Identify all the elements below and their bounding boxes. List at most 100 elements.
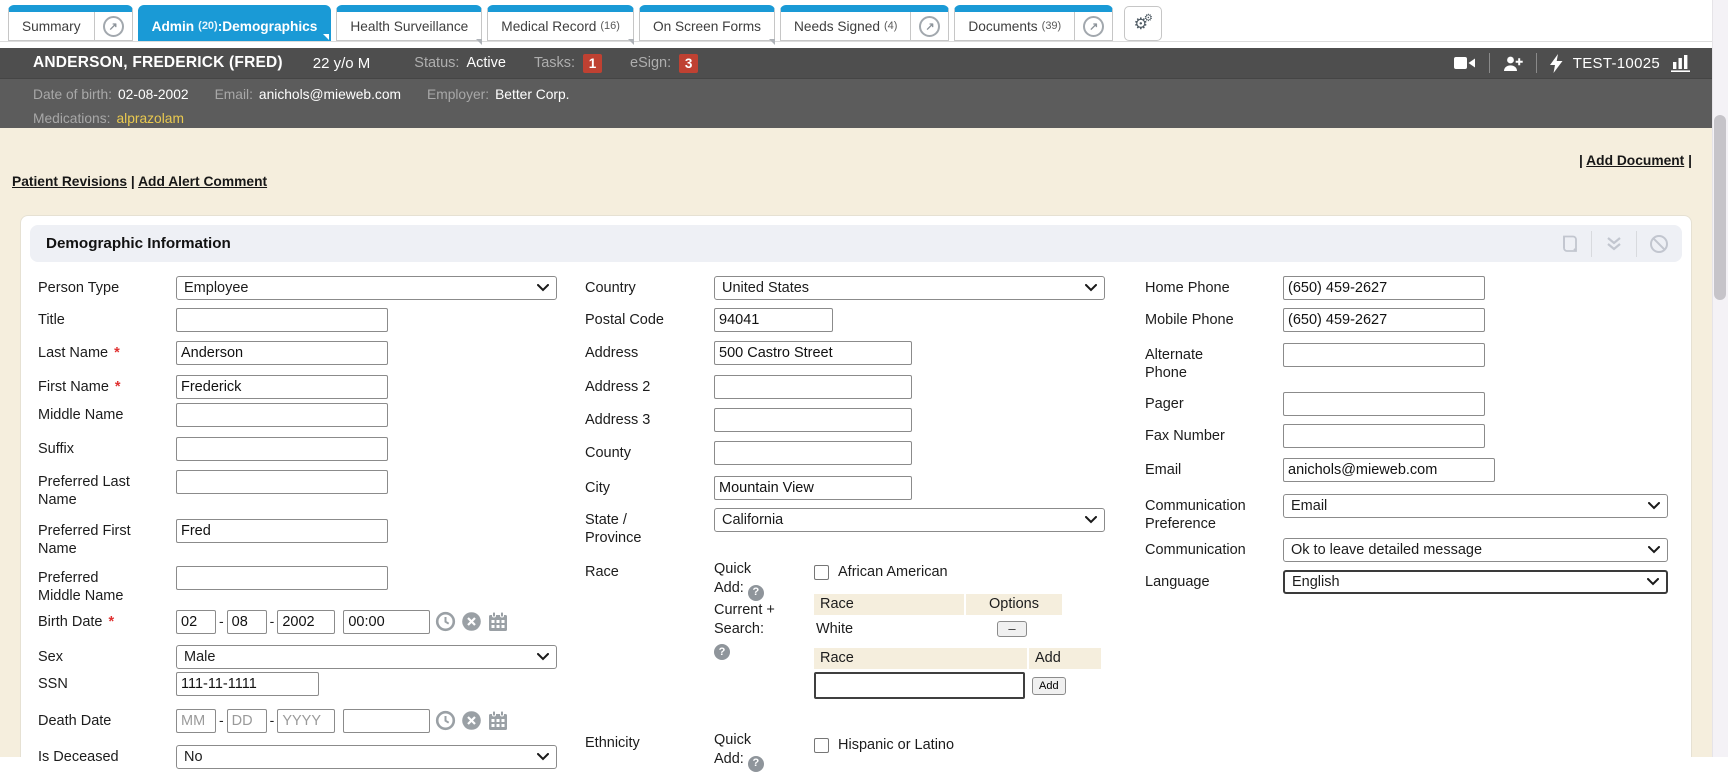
mobile-phone-input[interactable] xyxy=(1283,308,1485,332)
preferred-middle-name-input[interactable] xyxy=(176,566,388,590)
pager-input[interactable] xyxy=(1283,392,1485,416)
chart-stats-icon[interactable] xyxy=(1670,54,1692,72)
birth-time-input[interactable] xyxy=(343,610,430,634)
preferred-last-name-input[interactable] xyxy=(176,470,388,494)
death-month-input[interactable] xyxy=(176,709,216,733)
african-american-checkbox[interactable] xyxy=(814,565,829,580)
death-year-input[interactable] xyxy=(277,709,335,733)
journal-icon[interactable] xyxy=(1558,233,1580,255)
status-value: Active xyxy=(466,55,506,71)
alternate-phone-input[interactable] xyxy=(1283,343,1485,367)
preferred-middle-row: Preferred Middle Name xyxy=(38,566,388,605)
city-input[interactable] xyxy=(714,476,912,500)
dob-value: 02-08-2002 xyxy=(118,87,189,102)
video-visit-icon[interactable] xyxy=(1454,55,1476,71)
address-input[interactable] xyxy=(714,341,912,365)
language-label: Language xyxy=(1145,570,1283,591)
county-input[interactable] xyxy=(714,441,912,465)
postal-code-input[interactable] xyxy=(714,308,833,332)
death-time-input[interactable] xyxy=(343,709,430,733)
death-day-input[interactable] xyxy=(227,709,267,733)
external-link-icon: ↗ xyxy=(919,16,940,37)
add-alert-comment-link[interactable]: Add Alert Comment xyxy=(138,174,267,189)
clock-icon[interactable] xyxy=(435,610,456,632)
state-select[interactable]: California xyxy=(714,508,1105,532)
person-type-select[interactable]: Employee xyxy=(176,276,557,300)
sex-label: Sex xyxy=(38,645,176,666)
quick-actions-lightning-icon[interactable] xyxy=(1550,54,1563,73)
address-row: Address xyxy=(585,341,912,365)
collapse-section-icon[interactable] xyxy=(1603,233,1625,255)
is-deceased-select[interactable]: No xyxy=(176,745,557,769)
address3-input[interactable] xyxy=(714,408,912,432)
language-select[interactable]: English xyxy=(1283,570,1668,594)
esign-badge[interactable]: 3 xyxy=(679,54,698,73)
birth-year-input[interactable] xyxy=(277,610,335,634)
race-add-input[interactable] xyxy=(814,672,1025,699)
scrollbar-thumb[interactable] xyxy=(1714,115,1726,300)
tab-documents[interactable]: Documents(39) xyxy=(955,12,1074,40)
communication-preference-select[interactable]: Email xyxy=(1283,494,1668,518)
birth-day-input[interactable] xyxy=(227,610,267,634)
hispanic-latino-checkbox[interactable] xyxy=(814,738,829,753)
tab-admin-demographics[interactable]: Admin(20):Demographics xyxy=(138,5,332,41)
fax-number-input[interactable] xyxy=(1283,424,1485,448)
tab-needs-signed-popout[interactable]: ↗ xyxy=(910,12,948,40)
clock-icon[interactable] xyxy=(435,709,456,731)
suffix-input[interactable] xyxy=(176,437,388,461)
hispanic-latino-label: Hispanic or Latino xyxy=(838,737,954,753)
communication-select[interactable]: Ok to leave detailed message xyxy=(1283,538,1668,562)
disable-section-icon[interactable] xyxy=(1648,233,1670,255)
add-person-icon[interactable] xyxy=(1503,55,1523,72)
title-input[interactable] xyxy=(176,308,388,332)
chevron-down-icon xyxy=(1648,502,1660,510)
help-icon[interactable]: ? xyxy=(714,644,730,660)
tab-settings-button[interactable]: ⚙ ⚙ xyxy=(1124,6,1162,41)
tab-documents-popout[interactable]: ↗ xyxy=(1074,12,1112,40)
employer-value: Better Corp. xyxy=(495,87,569,102)
email-label: Email: xyxy=(215,87,253,102)
add-document-link[interactable]: Add Document xyxy=(1586,153,1684,168)
patient-revisions-link[interactable]: Patient Revisions xyxy=(12,174,127,189)
chevron-down-icon xyxy=(1648,546,1660,554)
birth-month-input[interactable] xyxy=(176,610,216,634)
help-icon[interactable]: ? xyxy=(748,756,764,772)
address2-input[interactable] xyxy=(714,375,912,399)
remove-race-button[interactable]: – xyxy=(997,621,1027,637)
last-name-input[interactable] xyxy=(176,341,388,365)
country-label: Country xyxy=(585,276,714,297)
home-phone-input[interactable] xyxy=(1283,276,1485,300)
tab-medical-record[interactable]: Medical Record(16) xyxy=(487,5,634,41)
medication-link[interactable]: alprazolam xyxy=(116,111,183,126)
clear-date-icon[interactable] xyxy=(461,610,482,632)
tab-needs-signed[interactable]: Needs Signed(4) xyxy=(781,12,910,40)
county-row: County xyxy=(585,441,912,465)
first-name-input[interactable] xyxy=(176,375,388,399)
tab-health-surveillance[interactable]: Health Surveillance xyxy=(336,5,482,41)
middle-name-input[interactable] xyxy=(176,403,388,427)
country-select[interactable]: United States xyxy=(714,276,1105,300)
is-deceased-row: Is Deceased No xyxy=(38,745,557,769)
calendar-icon[interactable] xyxy=(487,610,509,632)
calendar-icon[interactable] xyxy=(487,709,509,731)
race-row: Race Quick Add: ? Current + Search: ? Af… xyxy=(585,560,1114,701)
medications-label: Medications: xyxy=(33,111,110,126)
mobile-phone-label: Mobile Phone xyxy=(1145,308,1283,329)
email-input[interactable] xyxy=(1283,458,1495,482)
race-current-table: Race Options White – xyxy=(814,594,1114,642)
death-date-row: Death Date - - xyxy=(38,709,509,733)
tab-summary[interactable]: Summary xyxy=(9,12,94,40)
sex-select[interactable]: Male xyxy=(176,645,557,669)
ssn-input[interactable] xyxy=(176,672,319,696)
external-link-icon: ↗ xyxy=(103,16,124,37)
tab-on-screen-forms[interactable]: On Screen Forms xyxy=(639,5,775,41)
tasks-badge[interactable]: 1 xyxy=(583,54,602,73)
tab-summary-popout[interactable]: ↗ xyxy=(94,12,132,40)
preferred-first-name-input[interactable] xyxy=(176,519,388,543)
clear-date-icon[interactable] xyxy=(461,709,482,731)
help-icon[interactable]: ? xyxy=(748,585,764,601)
vertical-scrollbar[interactable] xyxy=(1712,0,1728,757)
race-add-button[interactable]: Add xyxy=(1032,677,1066,695)
tasks-label: Tasks: xyxy=(534,55,575,71)
chart-tab-bar: Summary ↗ Admin(20):Demographics Health … xyxy=(0,0,1712,42)
